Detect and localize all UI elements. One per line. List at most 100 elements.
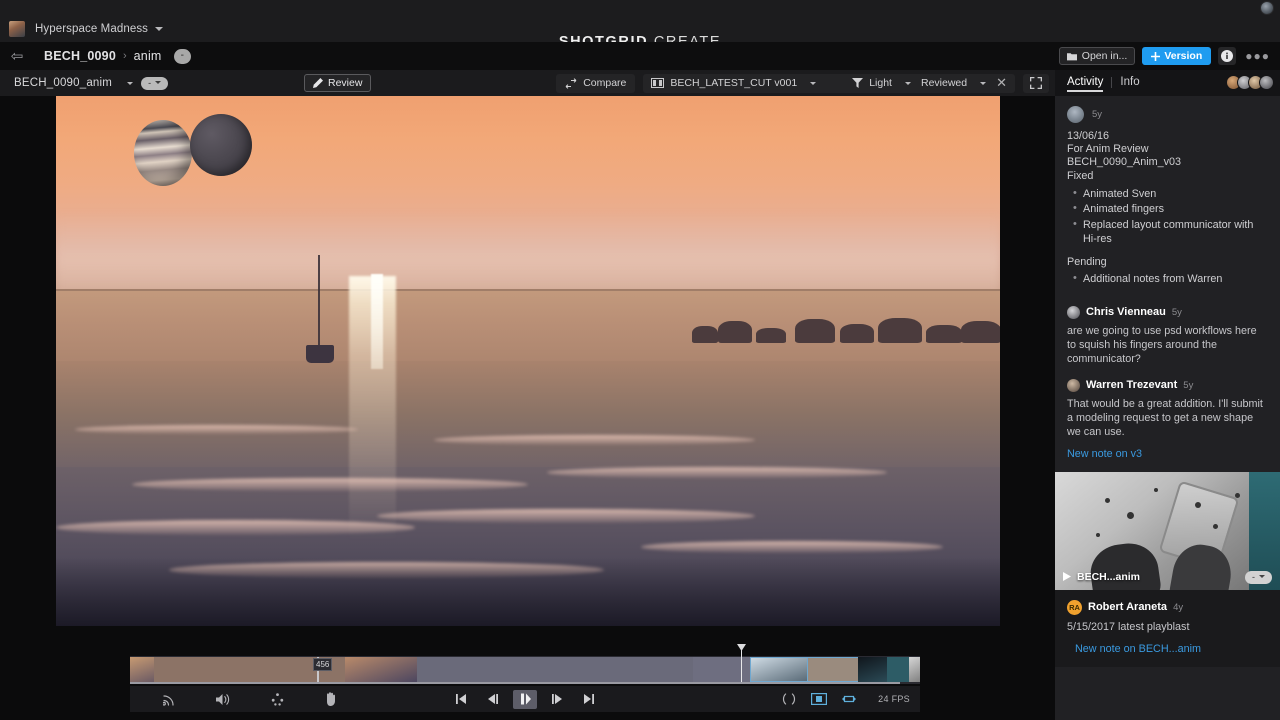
comment-item: Warren Trezevant 5y That would be a grea… [1055, 378, 1280, 460]
volume-icon[interactable] [196, 686, 250, 712]
cast-icon[interactable] [142, 686, 196, 712]
fit-frame-icon[interactable] [804, 686, 834, 712]
timeline-strip[interactable] [130, 656, 920, 682]
note-fixed-label: Fixed [1067, 169, 1094, 182]
timeline-thumb-selected[interactable] [750, 657, 808, 682]
rock-outcrop [679, 292, 1000, 377]
comment-author[interactable]: Warren Trezevant [1086, 379, 1177, 391]
viewer-version-name: BECH_0090_anim [14, 77, 113, 89]
loop-icon[interactable] [834, 686, 864, 712]
review-button[interactable]: Review [304, 74, 372, 92]
chevron-down-icon[interactable] [904, 81, 911, 85]
user-avatar-icon[interactable] [1260, 1, 1274, 15]
open-in-label: Open in... [1081, 50, 1128, 62]
breadcrumb-actions: Open in... Version ●●● [1058, 42, 1272, 70]
chevron-down-icon[interactable] [810, 81, 817, 85]
transport-controls: 24 FPS [130, 686, 920, 712]
status-filter-selector[interactable]: Reviewed [921, 77, 987, 89]
avatar-initials[interactable]: RA [1067, 599, 1082, 615]
note-body: 13/06/16 For Anim Review BECH_0090_Anim_… [1067, 130, 1268, 183]
review-label: Review [328, 77, 363, 89]
timeline-shot[interactable] [154, 657, 317, 682]
breadcrumb-step[interactable]: anim [134, 49, 162, 63]
note-item: 5y 13/06/16 For Anim Review BECH_0090_An… [1055, 96, 1280, 293]
open-in-button[interactable]: Open in... [1058, 47, 1136, 65]
viewer-status-label: - [148, 77, 152, 88]
pause-icon[interactable] [513, 689, 537, 709]
playback-bar: 456 24 FPS [0, 648, 1055, 720]
timeline-thumb[interactable] [345, 657, 417, 682]
chevron-down-icon[interactable] [127, 81, 134, 85]
media-comment-author[interactable]: Robert Araneta [1088, 601, 1167, 613]
fullscreen-button[interactable] [1023, 73, 1049, 93]
add-version-button[interactable]: Version [1142, 47, 1212, 65]
back-arrow-icon[interactable]: ⇦ [0, 49, 34, 64]
media-status-badge[interactable]: - [1245, 570, 1272, 584]
more-options-icon[interactable]: ●●● [1243, 49, 1272, 63]
step-forward-icon[interactable] [541, 686, 573, 712]
compare-button[interactable]: Compare [556, 73, 636, 93]
play-icon[interactable] [1063, 572, 1071, 582]
viewer-version-selector[interactable]: BECH_0090_anim - [0, 76, 169, 90]
note-date: 13/06/16 [1067, 130, 1110, 142]
cut-selector[interactable]: BECH_LATEST_CUT v001 [651, 77, 817, 89]
filter-selector[interactable]: Light [852, 77, 911, 89]
comment-author[interactable]: Chris Vienneau [1086, 306, 1166, 318]
list-item: Additional notes from Warren [1067, 272, 1268, 287]
media-viewer[interactable] [0, 96, 1055, 648]
breadcrumb-shot[interactable]: BECH_0090 [44, 49, 116, 63]
avatar[interactable] [1259, 75, 1274, 90]
chevron-down-icon [155, 81, 162, 84]
close-icon[interactable]: ✕ [996, 75, 1007, 91]
pending-list: Additional notes from Warren [1067, 272, 1268, 287]
avatar[interactable] [1067, 378, 1080, 392]
pending-label: Pending [1067, 256, 1107, 269]
info-button[interactable] [1218, 47, 1237, 65]
comment-header: Chris Vienneau 5y [1067, 305, 1268, 319]
activity-feed[interactable]: 5y 13/06/16 For Anim Review BECH_0090_An… [1055, 96, 1280, 720]
transport-right-group: 24 FPS [774, 686, 910, 712]
new-note-link[interactable]: New note on v3 [1067, 448, 1268, 460]
chevron-down-icon[interactable] [980, 81, 987, 85]
project-name[interactable]: Hyperspace Madness [35, 23, 148, 35]
participant-avatars[interactable] [1226, 75, 1274, 90]
media-thumbnail[interactable]: BECH...anim - [1055, 471, 1280, 590]
play-pause-button[interactable] [509, 686, 541, 712]
viewer-frame[interactable] [56, 96, 1000, 626]
hand-tool-icon[interactable] [304, 686, 358, 712]
status-badge[interactable]: - [173, 48, 191, 64]
chevron-down-icon[interactable] [155, 27, 164, 31]
viewer-toolbar-right: Compare BECH_LATEST_CUT v001 Light Revie… [556, 70, 1049, 96]
folder-icon [1066, 52, 1077, 60]
timeline-thumb[interactable] [909, 657, 920, 682]
moon-dark-icon [190, 114, 253, 177]
viewer-status-badge[interactable]: - [141, 76, 169, 90]
media-card: BECH...anim - RA Robert Araneta 4y 5/15/… [1055, 471, 1280, 667]
viewer-toolbar: BECH_0090_anim - Review Compare BECH_LAT… [0, 70, 1055, 96]
tab-info[interactable]: Info [1120, 76, 1147, 91]
media-status-label: - [1252, 571, 1255, 582]
sea-mid-layer [56, 361, 1000, 478]
in-out-range-icon[interactable] [774, 686, 804, 712]
skip-to-end-icon[interactable] [573, 686, 605, 712]
step-back-icon[interactable] [477, 686, 509, 712]
timeline-thumb[interactable] [858, 657, 887, 682]
skip-to-start-icon[interactable] [445, 686, 477, 712]
compare-icon [565, 77, 577, 89]
info-icon [1221, 50, 1234, 62]
timeline-playhead[interactable] [741, 648, 742, 682]
compare-label: Compare [583, 77, 627, 89]
quality-icon[interactable] [250, 686, 304, 712]
fps-label: 24 FPS [878, 694, 910, 704]
timeline-thumb[interactable] [130, 657, 154, 682]
timeline-shot[interactable] [417, 657, 693, 682]
project-thumbnail-icon [9, 21, 25, 37]
avatar[interactable] [1067, 305, 1080, 319]
fullscreen-icon [1030, 77, 1042, 89]
timeline-shot[interactable] [887, 657, 909, 682]
tab-activity[interactable]: Activity [1067, 76, 1111, 92]
pencil-icon [313, 78, 323, 88]
new-note-on-media-link[interactable]: New note on BECH...anim [1067, 643, 1268, 655]
timeline-shot-selected[interactable] [808, 657, 858, 682]
user-avatar-icon[interactable] [1067, 106, 1084, 123]
